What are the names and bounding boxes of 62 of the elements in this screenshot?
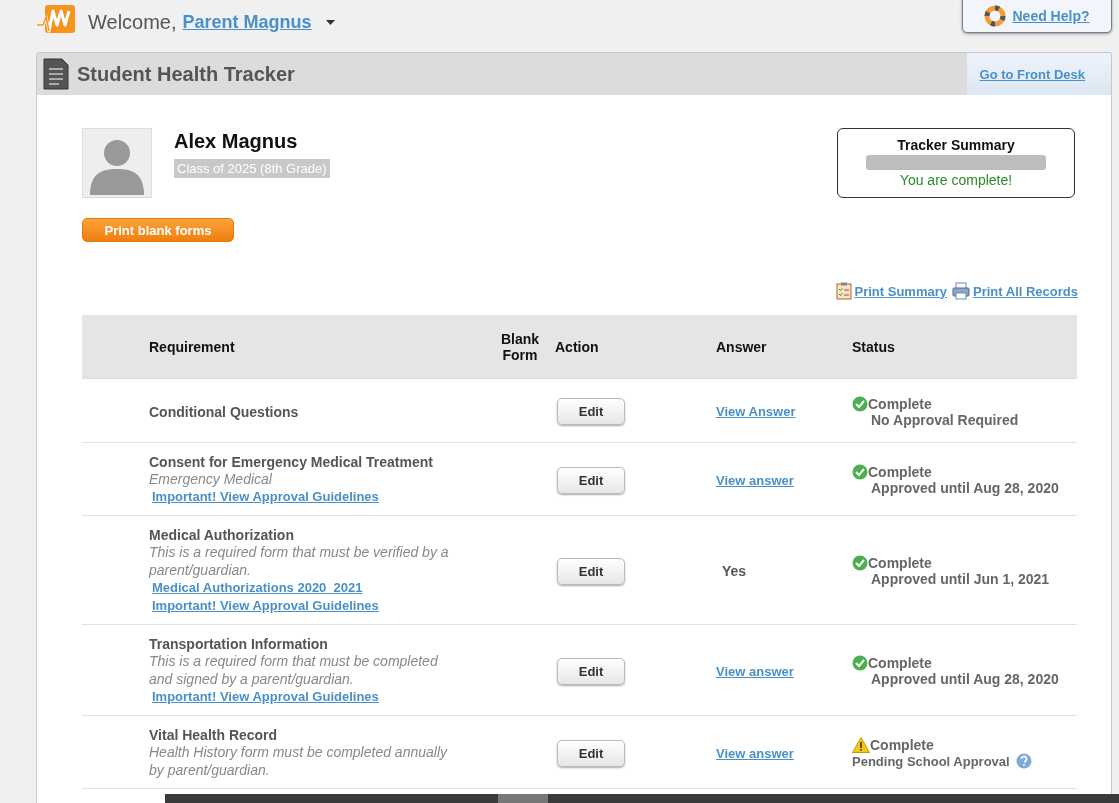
check-icon xyxy=(852,655,868,671)
tracker-title: Tracker Summary xyxy=(897,137,1015,153)
print-all-records-link[interactable]: Print All Records xyxy=(973,283,1078,299)
edit-button[interactable]: Edit xyxy=(557,466,625,494)
edit-button[interactable]: Edit xyxy=(557,398,625,425)
front-desk-link[interactable]: Go to Front Desk xyxy=(966,53,1111,95)
lifebuoy-icon xyxy=(984,4,1007,27)
column-header: Blank Form xyxy=(499,330,541,363)
requirement-name: Vital Health Record xyxy=(149,727,279,743)
check-icon xyxy=(852,395,868,412)
help-link[interactable]: Need Help? xyxy=(1012,7,1090,24)
view-answer-link[interactable]: View Answer xyxy=(716,404,852,419)
horizontal-scrollbar[interactable] xyxy=(165,794,1119,803)
status-detail: No Approval Required xyxy=(871,411,1019,428)
completion-message: You are complete! xyxy=(899,172,1013,188)
welcome-text: Welcome, xyxy=(88,10,177,34)
status-label: Complete xyxy=(868,464,932,480)
guideline-link[interactable]: Medical Authorizations 2020_2021 xyxy=(152,579,492,597)
student-name: Alex Magnus xyxy=(174,130,299,153)
status-detail: Pending School Approval xyxy=(852,753,1010,769)
panel-title: Student Health Tracker xyxy=(77,62,296,86)
edit-button[interactable]: Edit xyxy=(557,739,625,767)
view-answer-link[interactable]: View answer xyxy=(716,663,852,679)
guideline-link[interactable]: Important! View Approval Guidelines xyxy=(152,488,492,506)
requirement-description: Emergency Medical xyxy=(149,470,273,488)
status-label: Complete xyxy=(868,395,932,412)
requirement-name: Transportation Information xyxy=(149,636,329,652)
print-summary-link[interactable]: Print Summary xyxy=(854,283,947,299)
column-header: Requirement xyxy=(148,338,236,355)
status-detail: Approved until Aug 28, 2020 xyxy=(871,671,1059,687)
caret-icon[interactable] xyxy=(325,19,335,25)
guideline-link[interactable]: Important! View Approval Guidelines xyxy=(152,688,492,706)
status-label: Complete xyxy=(868,555,932,571)
avatar-icon xyxy=(82,128,152,198)
view-answer-link[interactable]: View answer xyxy=(716,745,852,761)
requirement-name: Conditional Questions xyxy=(149,403,300,420)
requirement-name: Consent for Emergency Medical Treatment xyxy=(149,454,434,470)
status-detail: Approved until Aug 28, 2020 xyxy=(871,480,1059,496)
clipboard-icon xyxy=(835,282,852,300)
user-menu-link[interactable]: Parent Magnus xyxy=(182,11,318,33)
requirement-name: Medical Authorization xyxy=(149,527,295,543)
guideline-link[interactable]: Important! View Approval Guidelines xyxy=(152,597,492,615)
column-header: Status xyxy=(852,338,896,355)
check-icon xyxy=(852,555,868,571)
requirement-description: Health History form must be completed annually by parent/guardian. xyxy=(149,743,449,779)
edit-button[interactable]: Edit xyxy=(557,657,625,685)
answer-text: Yes xyxy=(722,563,748,579)
column-header: Action xyxy=(555,338,600,355)
warning-icon xyxy=(852,737,870,753)
column-header: Answer xyxy=(716,338,768,355)
status-detail: Approved until Jun 1, 2021 xyxy=(871,571,1050,587)
view-answer-link[interactable]: View answer xyxy=(716,472,852,488)
document-icon xyxy=(43,58,69,90)
status-label: Complete xyxy=(868,655,932,671)
help-icon[interactable] xyxy=(1015,753,1032,769)
edit-button[interactable]: Edit xyxy=(557,557,625,585)
printer-icon xyxy=(952,282,970,300)
status-label: Complete xyxy=(870,737,934,753)
requirement-description: This is a required form that must be verified by a parent/guardian. xyxy=(149,543,450,579)
print-blank-forms-button[interactable]: Print blank forms xyxy=(82,218,234,242)
check-icon xyxy=(852,464,868,480)
requirement-description: This is a required form that must be completed and signed by a parent/guardian. xyxy=(149,652,439,688)
